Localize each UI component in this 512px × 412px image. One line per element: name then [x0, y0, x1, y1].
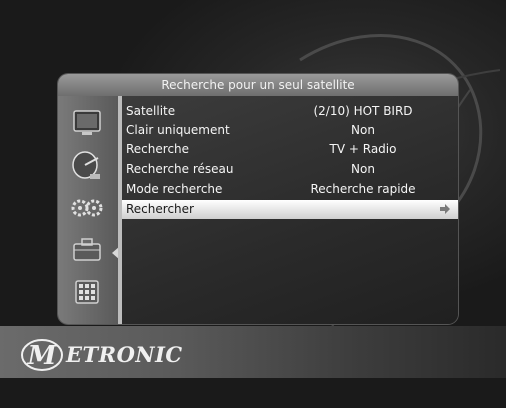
menu-row-label: Clair uniquement: [126, 123, 230, 137]
bottom-strip: [0, 378, 506, 408]
arrow-right-icon: [440, 204, 450, 214]
menu-row-label: Mode recherche: [126, 182, 223, 196]
svg-text:M: M: [27, 341, 58, 371]
menu-list: Satellite (2/10) HOT BIRD Clair uniqueme…: [122, 96, 458, 324]
menu-row-label: Recherche réseau: [126, 162, 234, 176]
menu-row-value: Non: [351, 123, 375, 137]
metronic-logo-icon: M: [21, 339, 63, 371]
menu-row-satellite[interactable]: Satellite (2/10) HOT BIRD: [122, 102, 458, 121]
rechercher-button[interactable]: Rechercher: [122, 200, 458, 219]
tv-icon[interactable]: [68, 108, 106, 140]
menu-row-clair-uniquement[interactable]: Clair uniquement Non: [122, 121, 458, 140]
brand-name: ETRONIC: [66, 342, 183, 367]
menu-row-recherche[interactable]: Recherche TV + Radio: [122, 140, 458, 159]
menu-row-value: Recherche rapide: [310, 182, 416, 196]
grid-apps-icon[interactable]: [68, 276, 106, 308]
settings-gears-icon[interactable]: [68, 192, 106, 224]
satellite-search-panel: Recherche pour un seul satellite Satelli…: [58, 74, 458, 324]
menu-row-value: Non: [351, 162, 375, 176]
menu-row-recherche-reseau[interactable]: Recherche réseau Non: [122, 160, 458, 179]
menu-row-value: TV + Radio: [329, 142, 397, 156]
frame-edge: [0, 408, 512, 412]
satellite-dish-icon[interactable]: [68, 150, 106, 182]
panel-title: Recherche pour un seul satellite: [58, 74, 458, 96]
menu-row-label: Rechercher: [126, 202, 194, 216]
frame-edge: [506, 0, 512, 412]
menu-row-value: (2/10) HOT BIRD: [313, 104, 413, 118]
menu-row-mode-recherche[interactable]: Mode recherche Recherche rapide: [122, 180, 458, 199]
tv-screen: Recherche pour un seul satellite Satelli…: [0, 0, 506, 408]
menu-row-label: Recherche: [126, 142, 190, 156]
toolbox-icon[interactable]: [68, 234, 106, 266]
menu-sidebar: [58, 96, 120, 324]
menu-row-label: Satellite: [126, 104, 176, 118]
